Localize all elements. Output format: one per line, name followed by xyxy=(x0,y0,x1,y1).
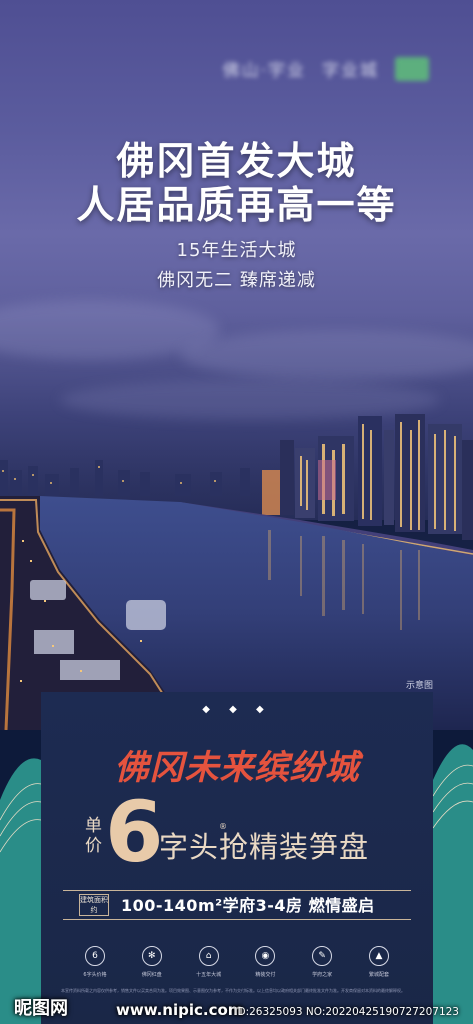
city-river-night-photo xyxy=(0,414,473,730)
price-digit: 6 xyxy=(105,783,164,881)
feature-caption: 精装交付 xyxy=(255,972,276,978)
decorative-dots: ◆ ◆ ◆ xyxy=(202,704,272,715)
headline-line-2: 人居品质再高一等 xyxy=(76,183,397,227)
developer-brand: 佛山·宇业 字业城 xyxy=(223,56,429,81)
feature-item: ✻ 佛冈红盘 xyxy=(128,946,176,978)
feature-item: 6 6字头价格 xyxy=(71,946,119,978)
promo-panel: ◆ ◆ ◆ 佛冈未来缤纷城 单价 6 字头抢精装笋盘 ® 建筑面积约 100-1… xyxy=(41,692,433,1024)
spec-text: 100-140m²学府3-4房 燃情盛启 xyxy=(121,896,375,915)
illustrative-image-note: 示意图 xyxy=(405,681,433,691)
feature-caption: 佛冈红盘 xyxy=(141,972,162,978)
feature-caption: 十五年大城 xyxy=(196,972,222,978)
registered-mark: ® xyxy=(219,822,227,831)
feature-item: ▲ 繁城配套 xyxy=(355,946,403,978)
car-icon: ◉ xyxy=(255,946,276,966)
feature-item: ✎ 学府之家 xyxy=(298,946,346,978)
brand-name-right: 字业城 xyxy=(322,61,379,81)
tower-icon: ▲ xyxy=(368,946,389,966)
stock-watermark: 昵图网 www.nipic.com ID:26325093 NO:2022042… xyxy=(0,998,473,1024)
unit-price-label: 单价 xyxy=(85,816,102,856)
feature-icons: 6 6字头价格 ✻ 佛冈红盘 ⌂ 十五年大城 ◉ 精装交付 ✎ 学府之家 ▲ 繁… xyxy=(71,946,403,978)
feature-caption: 学府之家 xyxy=(312,972,333,978)
watermark-url: www.nipic.com xyxy=(116,1001,244,1019)
subhead-line-2: 佛冈无二 臻席递减 xyxy=(157,270,316,291)
snowflake-icon: ✻ xyxy=(141,946,162,966)
feature-item: ◉ 精装交付 xyxy=(241,946,289,978)
feature-item: ⌂ 十五年大城 xyxy=(185,946,233,978)
poster: 佛山·宇业 字业城 佛冈首发大城 人居品质再高一等 15年生活大城 佛冈无二 臻… xyxy=(0,0,473,1024)
spec-tag: 建筑面积约 xyxy=(79,894,109,916)
brand-name-left: 佛山·宇业 xyxy=(222,61,306,81)
pen-icon: ✎ xyxy=(312,946,333,966)
building-icon: ⌂ xyxy=(198,946,219,966)
price-headline: 字头抢精装笋盘 xyxy=(159,830,370,864)
feature-caption: 6字头价格 xyxy=(83,972,107,978)
subhead-line-1: 15年生活大城 xyxy=(176,240,297,261)
price-icon: 6 xyxy=(85,946,105,966)
brand-logo-icon xyxy=(395,56,429,81)
watermark-logo: 昵图网 xyxy=(14,998,68,1019)
feature-caption: 繁城配套 xyxy=(368,972,389,978)
project-name: 佛冈未来缤纷城 xyxy=(114,748,360,788)
watermark-id: ID:26325093 NO:20220425190727207123 xyxy=(234,1006,459,1018)
price-row: 单价 6 字头抢精装笋盘 ® xyxy=(41,790,433,878)
